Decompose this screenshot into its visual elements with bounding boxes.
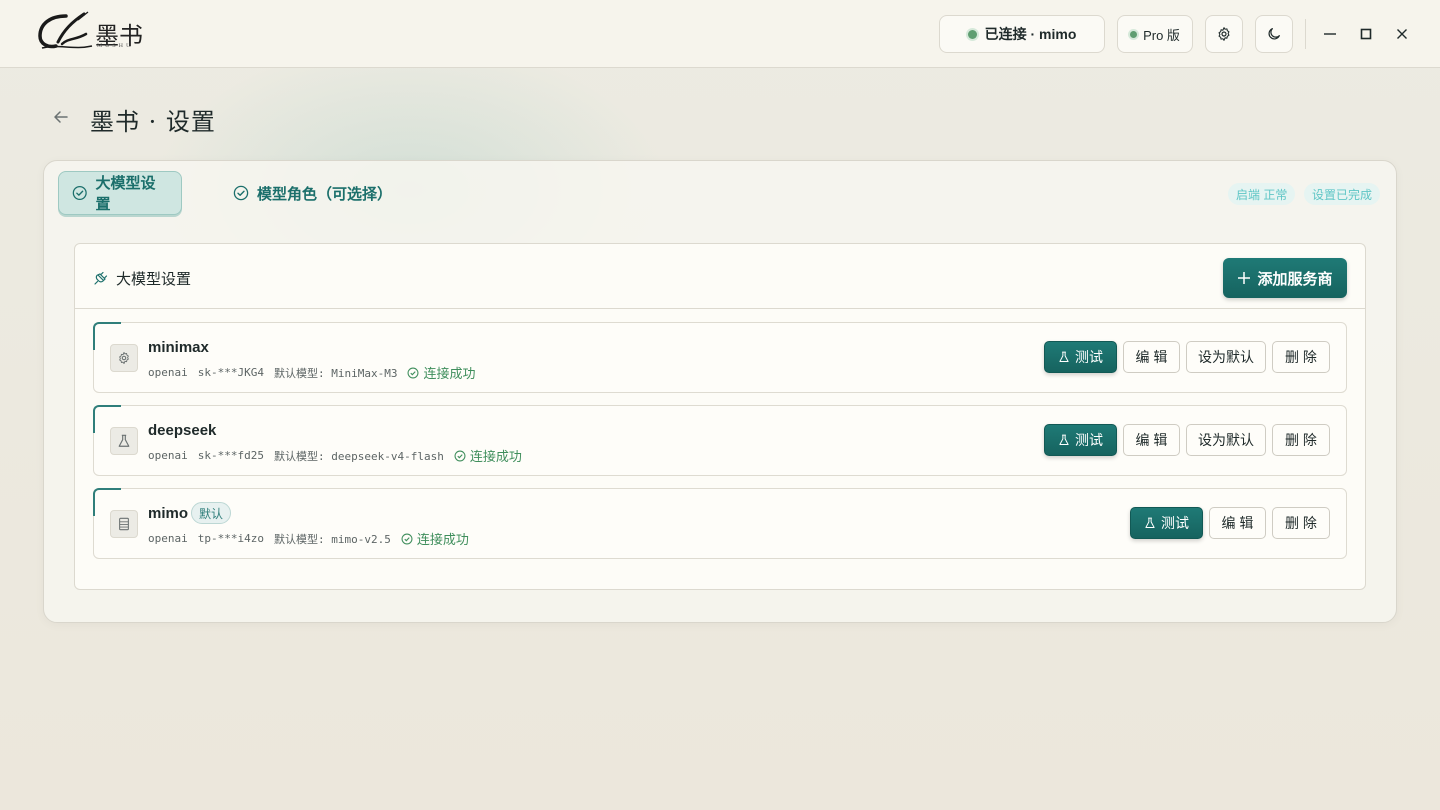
tab-model-roles[interactable]: 模型角色（可选择） [220,171,405,215]
provider-meta: openai sk-***fd25 默认模型: deepseek-v4-flas… [148,446,522,465]
settings-button[interactable] [1205,15,1243,53]
delete-button[interactable]: 删 除 [1272,341,1330,373]
status-text: 连接成功 [423,366,476,381]
provider-icon [110,427,138,455]
card-title: 大模型设置 [92,268,191,289]
arrow-left-icon [54,111,68,123]
status-text: 连接成功 [416,532,469,547]
provider-model: 默认模型: deepseek-v4-flash [273,449,444,463]
provider-name: deepseek [148,422,217,439]
minimize-button[interactable] [1318,22,1342,46]
topbar-divider [1305,19,1306,49]
connection-status: 连接成功 [407,363,475,382]
default-badge: 默认 [191,502,232,524]
provider-model: 默认模型: MiniMax-M3 [273,366,398,380]
connection-label: 已连接 · mimo [984,26,1077,42]
check-circle-icon [454,450,466,461]
flask-icon [1059,351,1069,362]
test-button[interactable]: 测试 [1044,424,1117,456]
provider-name: minimax [148,339,209,356]
logo-subtitle: MOSHU [97,43,134,49]
card-header-divider [75,308,1365,309]
theme-toggle-button[interactable] [1255,15,1293,53]
page-title: 墨书 · 设置 [90,108,216,136]
provider-meta: openai sk-***JKG4 默认模型: MiniMax-M3 连接成功 [148,363,475,382]
delete-button[interactable]: 删 除 [1272,424,1330,456]
settings-complete-chip: 设置已完成 [1304,183,1381,205]
provider-model: 默认模型: mimo-v2.5 [273,532,391,546]
minimize-icon [1324,33,1336,35]
close-window-button[interactable] [1390,22,1414,46]
check-circle-icon [233,185,249,201]
flask-icon [1059,434,1069,445]
backend-status-chip: 启端 正常 [1228,183,1296,205]
provider-icon [110,510,138,538]
test-label: 测试 [1161,515,1189,531]
provider-name: mimo [148,505,189,522]
pro-version-button[interactable]: Pro 版 [1117,15,1193,53]
pro-label: Pro 版 [1143,27,1180,43]
delete-button[interactable]: 删 除 [1272,507,1330,539]
test-label: 测试 [1075,432,1103,448]
edit-button[interactable]: 编 辑 [1209,507,1266,539]
tab-label: 模型角色（可选择） [257,185,393,203]
close-icon [1397,29,1407,39]
plug-icon [94,271,108,285]
provider-row-deepseek: deepseek openai sk-***fd25 默认模型: deepsee… [93,405,1347,476]
connection-status-button[interactable]: 已连接 · mimo [939,15,1105,53]
test-button[interactable]: 测试 [1130,507,1203,539]
moon-icon [1268,28,1280,40]
provider-meta: openai tp-***i4zo 默认模型: mimo-v2.5 连接成功 [148,529,469,548]
add-provider-button[interactable]: 添加服务商 [1223,258,1347,298]
tab-llm-settings[interactable]: 大模型设置 [58,171,182,215]
provider-key: sk-***JKG4 [197,366,264,379]
check-circle-icon [401,533,413,544]
maximize-icon [1360,28,1372,40]
connected-dot-icon [967,29,977,39]
plus-icon [1238,272,1251,284]
status-text: 连接成功 [469,449,522,464]
add-provider-label: 添加服务商 [1257,270,1333,288]
maximize-button[interactable] [1354,22,1378,46]
set-default-button[interactable]: 设为默认 [1186,424,1266,456]
provider-key: sk-***fd25 [197,449,264,462]
server-icon [119,517,129,531]
provider-row-minimax: minimax openai sk-***JKG4 默认模型: MiniMax-… [93,322,1347,393]
gear-icon [1218,27,1230,41]
flask-icon [1145,517,1155,528]
top-bar: 墨书 MOSHU 已连接 · mimo Pro 版 [0,0,1440,68]
connection-status: 连接成功 [454,446,522,465]
provider-type: openai [148,366,188,379]
connection-status: 连接成功 [401,529,469,548]
check-circle-icon [72,185,87,201]
tab-label: 大模型设置 [95,175,156,213]
edit-button[interactable]: 编 辑 [1123,341,1180,373]
test-label: 测试 [1075,349,1103,365]
provider-type: openai [148,449,188,462]
card-title-text: 大模型设置 [116,271,192,288]
pro-dot-icon [1130,30,1138,38]
provider-row-mimo: mimo 默认 openai tp-***i4zo 默认模型: mimo-v2.… [93,488,1347,559]
set-default-button[interactable]: 设为默认 [1186,341,1266,373]
edit-button[interactable]: 编 辑 [1123,424,1180,456]
provider-icon [110,344,138,372]
provider-type: openai [148,532,188,545]
provider-key: tp-***i4zo [197,532,264,545]
check-circle-icon [407,367,419,378]
flask-icon [118,434,130,447]
back-button[interactable] [50,106,72,128]
test-button[interactable]: 测试 [1044,341,1117,373]
gear-icon [119,351,129,365]
